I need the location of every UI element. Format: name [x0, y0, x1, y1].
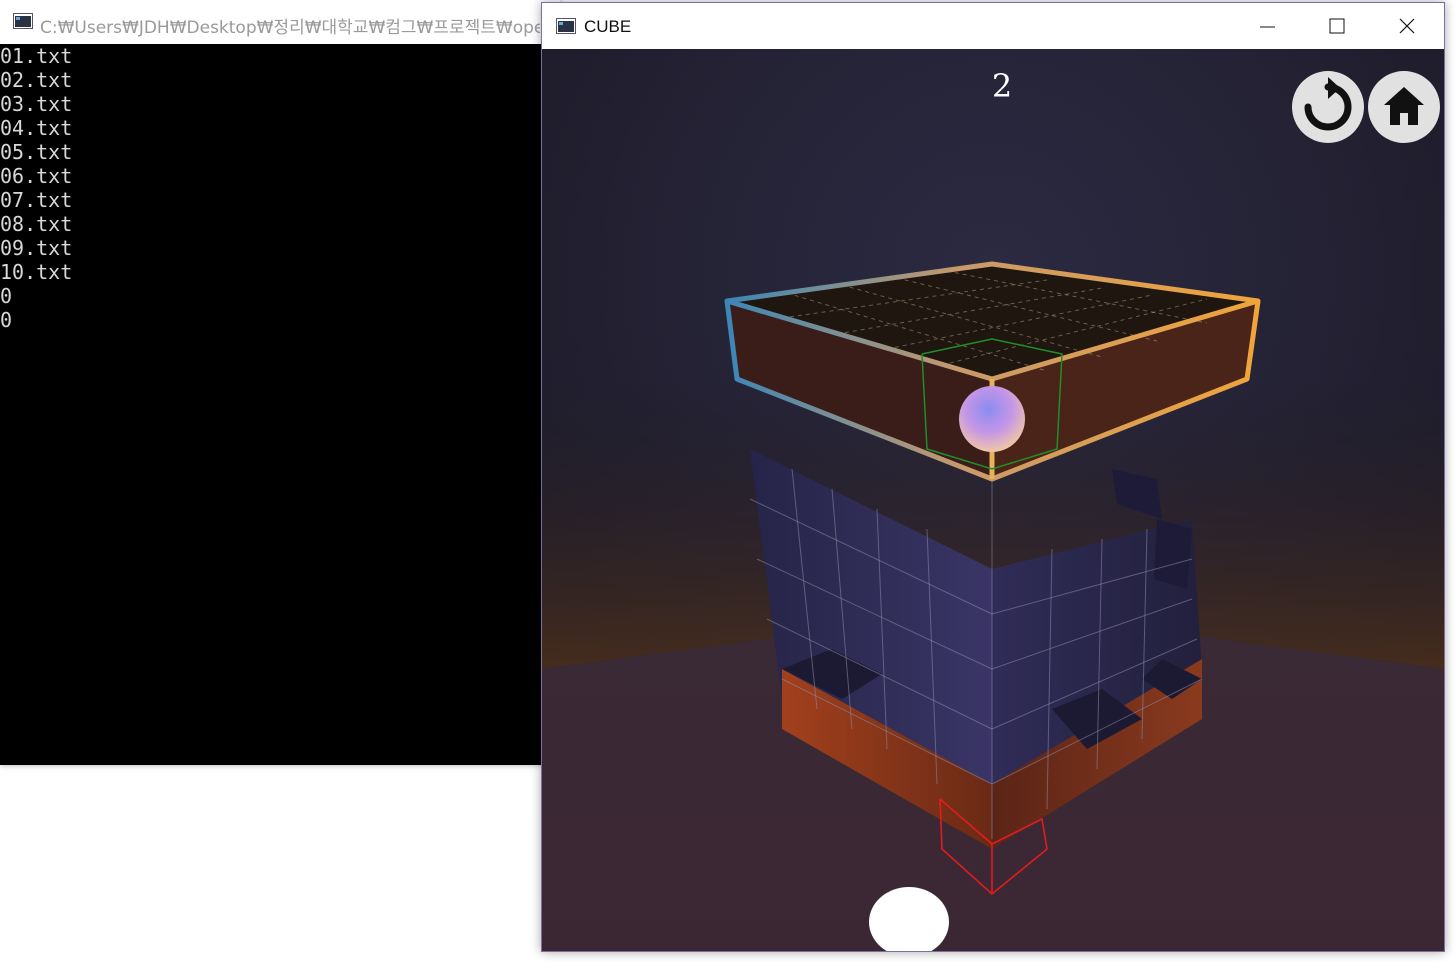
console-window: C:₩Users₩JDH₩Desktop₩정리₩대학교₩컴그₩프로젝트₩ope … [0, 0, 560, 765]
minimize-button[interactable] [1232, 3, 1302, 49]
console-line: 02.txt [0, 68, 73, 92]
close-button[interactable] [1372, 3, 1442, 49]
console-line: 01.txt [0, 44, 73, 68]
console-title: C:₩Users₩JDH₩Desktop₩정리₩대학교₩컴그₩프로젝트₩ope [40, 18, 540, 38]
cube-app-icon [556, 18, 576, 34]
window-title: CUBE [584, 17, 632, 36]
console-line: 07.txt [0, 188, 73, 212]
console-line: 03.txt [0, 92, 73, 116]
console-titlebar[interactable]: C:₩Users₩JDH₩Desktop₩정리₩대학교₩컴그₩프로젝트₩ope [0, 0, 560, 44]
console-line: 0 [0, 284, 13, 308]
game-canvas[interactable]: 2 [542, 49, 1444, 951]
home-icon [1384, 87, 1424, 125]
restart-button[interactable] [1292, 71, 1364, 143]
cube-titlebar[interactable]: CUBE [542, 3, 1444, 49]
console-line: 06.txt [0, 164, 73, 188]
move-indicator[interactable] [869, 887, 949, 951]
maximize-button[interactable] [1302, 3, 1372, 49]
console-line: 10.txt [0, 260, 73, 284]
cube-window: CUBE 2 [541, 2, 1445, 952]
console-line: 04.txt [0, 116, 73, 140]
player-sphere [959, 386, 1025, 452]
console-output: 01.txt 02.txt 03.txt 04.txt 05.txt 06.tx… [0, 44, 560, 764]
console-line: 09.txt [0, 236, 73, 260]
game-scene [542, 49, 1444, 951]
restart-icon [1304, 77, 1352, 131]
console-line: 08.txt [0, 212, 73, 236]
console-line: 05.txt [0, 140, 73, 164]
console-app-icon [13, 13, 33, 29]
console-line: 0 [0, 308, 13, 332]
home-button[interactable] [1368, 71, 1440, 143]
